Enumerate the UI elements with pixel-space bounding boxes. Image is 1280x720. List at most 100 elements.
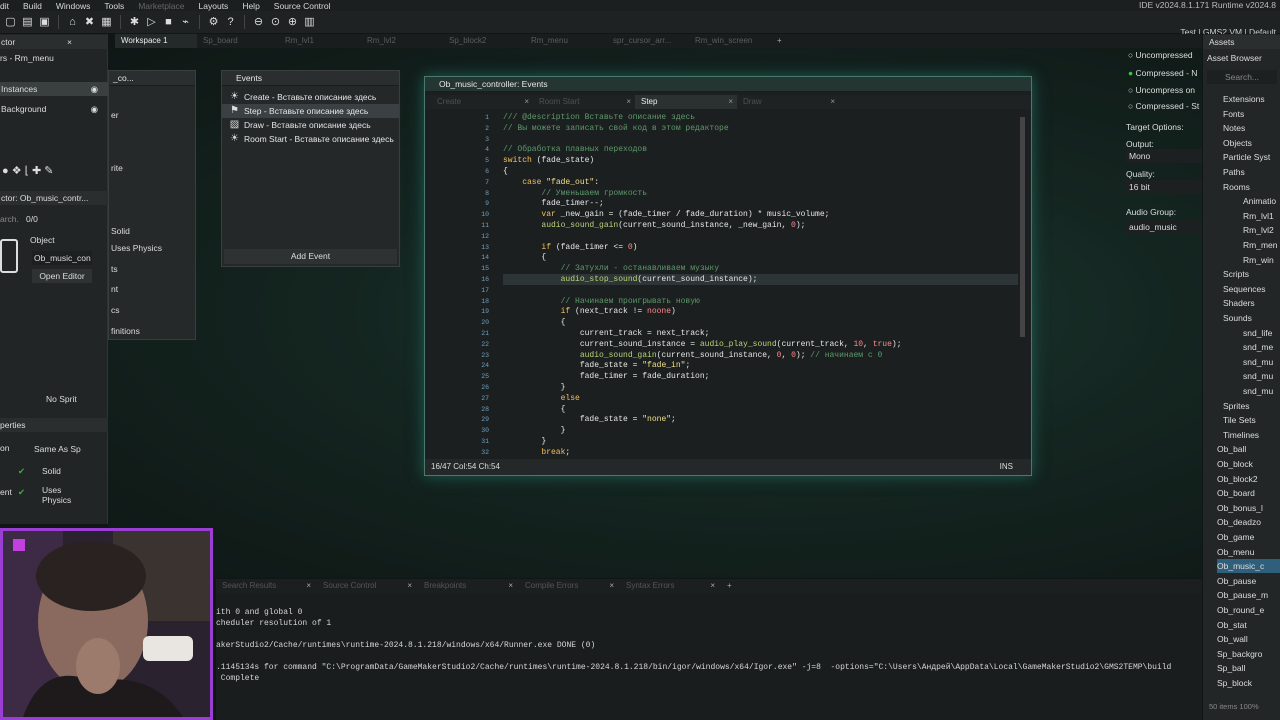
close-icon[interactable]: × [710, 579, 715, 593]
parent-button[interactable]: nt [111, 282, 118, 296]
grid-icon[interactable]: ▥ [303, 16, 316, 29]
menu-edit[interactable]: dit [0, 1, 9, 11]
asset-item[interactable]: Rm_men [1243, 238, 1277, 252]
open-editor-button[interactable]: Open Editor [32, 269, 92, 283]
stop-icon[interactable]: ■ [162, 16, 175, 29]
asset-item[interactable]: snd_mu [1243, 369, 1273, 383]
layer-tools-icons[interactable]: ● ❖ ⌊ ✚ ✎ [2, 164, 53, 178]
run-icon[interactable]: ▷ [145, 16, 158, 29]
add-tab-icon[interactable]: + [771, 34, 791, 48]
tab-room-start[interactable]: Room Start × [533, 95, 635, 109]
save-icon[interactable]: ▣ [38, 16, 51, 29]
event-draw[interactable]: ▨ Draw - Вставьте описание здесь [222, 118, 399, 132]
compression-compressed-n[interactable]: ● Compressed - N [1128, 66, 1197, 80]
asset-item[interactable]: Shaders [1223, 296, 1255, 310]
package-icon[interactable]: ▦ [100, 16, 113, 29]
asset-item[interactable]: Ob_pause_m [1217, 588, 1268, 602]
tab-draw[interactable]: Draw × [737, 95, 839, 109]
output-console[interactable]: ith 0 and global 0 cheduler resolution o… [216, 593, 1202, 720]
help-icon[interactable]: ? [224, 16, 237, 29]
compression-compressed-st[interactable]: ○ Compressed - St [1128, 99, 1199, 113]
layer-instances[interactable]: Instances ◉ [0, 82, 108, 96]
quality-dropdown[interactable]: 16 bit [1126, 180, 1202, 194]
event-room-start[interactable]: ☀ Room Start - Вставьте описание здесь [222, 132, 399, 146]
close-icon[interactable]: × [626, 95, 631, 109]
asset-item[interactable]: Ob_deadzo [1217, 515, 1261, 529]
asset-item[interactable]: Sp_ball [1217, 661, 1245, 675]
close-icon[interactable]: × [67, 35, 72, 49]
menu-source-control[interactable]: Source Control [274, 1, 331, 11]
asset-item[interactable]: Sp_backgro [1217, 647, 1262, 661]
close-icon[interactable]: × [407, 579, 412, 593]
asset-item[interactable]: Rm_lvl1 [1243, 209, 1274, 223]
zoom-reset-icon[interactable]: ⊙ [269, 16, 282, 29]
asset-item[interactable]: snd_mu [1243, 355, 1273, 369]
menu-tools[interactable]: Tools [104, 1, 124, 11]
menu-build[interactable]: Build [23, 1, 42, 11]
inspector-tab[interactable]: ctor × [0, 35, 108, 49]
asset-item[interactable]: Extensions [1223, 92, 1265, 106]
asset-item[interactable]: Timelines [1223, 428, 1259, 442]
asset-item[interactable]: Rm_lvl2 [1243, 223, 1274, 237]
menu-marketplace[interactable]: Marketplace [138, 1, 184, 11]
tab-search-results[interactable]: Search Results × [216, 579, 317, 593]
tab-step[interactable]: Step × [635, 95, 737, 109]
asset-item[interactable]: Ob_menu [1217, 545, 1254, 559]
tab-compile-errors[interactable]: Compile Errors × [519, 579, 620, 593]
debug-icon[interactable]: ✱ [128, 16, 141, 29]
close-icon[interactable]: × [524, 95, 529, 109]
clean-icon[interactable]: ✖ [83, 16, 96, 29]
asset-item[interactable]: Objects [1223, 136, 1252, 150]
same-as-field[interactable]: Same As Sp [34, 442, 81, 456]
open-icon[interactable]: ▤ [21, 16, 34, 29]
asset-item[interactable]: Ob_round_e [1217, 603, 1264, 617]
asset-item[interactable]: Ob_ball [1217, 442, 1246, 456]
solid-checkbox[interactable]: ✔ [18, 464, 25, 478]
output-dropdown[interactable]: Mono [1126, 149, 1202, 163]
object-name-field[interactable]: Ob_music_con [32, 251, 92, 265]
asset-item[interactable]: Ob_bonus_l [1217, 501, 1263, 515]
asset-item[interactable]: Sequences [1223, 282, 1266, 296]
asset-item[interactable]: Animatio [1243, 194, 1276, 208]
asset-item[interactable]: Sounds [1223, 311, 1252, 325]
build-icon[interactable]: ⌂ [66, 16, 79, 29]
close-icon[interactable]: × [609, 579, 614, 593]
asset-item[interactable]: Rm_win [1243, 253, 1274, 267]
eye-icon[interactable]: ◉ [91, 102, 98, 116]
asset-item[interactable]: Ob_wall [1217, 632, 1248, 646]
asset-item[interactable]: Ob_board [1217, 486, 1255, 500]
audio-group-dropdown[interactable]: audio_music [1126, 220, 1202, 234]
layer-background[interactable]: Background ◉ [0, 102, 108, 116]
close-icon[interactable]: × [728, 95, 733, 109]
asset-item[interactable]: Rooms [1223, 180, 1250, 194]
asset-item[interactable]: Ob_block2 [1217, 472, 1258, 486]
tab-sp-board[interactable]: Sp_board [197, 34, 279, 48]
clean-build-icon[interactable]: ⌁ [179, 16, 192, 29]
close-icon[interactable]: × [306, 579, 311, 593]
physics-checkbox[interactable]: ✔ [18, 485, 25, 499]
tab-breakpoints[interactable]: Breakpoints × [418, 579, 519, 593]
eye-icon[interactable]: ◉ [91, 82, 98, 96]
tab-create[interactable]: Create × [431, 95, 533, 109]
asset-item[interactable]: Ob_music_c [1217, 559, 1280, 574]
tab-sp-block2[interactable]: Sp_block2 [443, 34, 525, 48]
event-create[interactable]: ☀ Create - Вставьте описание здесь [222, 90, 399, 104]
asset-item[interactable]: Fonts [1223, 107, 1244, 121]
asset-search-input[interactable]: Search... [1207, 70, 1277, 84]
tab-syntax-errors[interactable]: Syntax Errors × [620, 579, 721, 593]
tab-rm-lvl1[interactable]: Rm_lvl1 [279, 34, 361, 48]
compression-uncompress-on-load[interactable]: ○ Uncompress on [1128, 83, 1195, 97]
tab-rm-win-screen[interactable]: Rm_win_screen [689, 34, 771, 48]
add-event-button[interactable]: Add Event [224, 249, 397, 264]
compression-uncompressed[interactable]: ○ Uncompressed [1128, 48, 1193, 62]
zoom-in-icon[interactable]: ⊕ [286, 16, 299, 29]
tab-rm-menu[interactable]: Rm_menu [525, 34, 607, 48]
tab-workspace-1[interactable]: Workspace 1 [115, 34, 197, 48]
assets-tab[interactable]: Assets [1203, 35, 1280, 49]
menu-help[interactable]: Help [242, 1, 259, 11]
code-text-area[interactable]: /// @description Вставьте описание здесь… [503, 113, 1019, 461]
asset-item[interactable]: Sprites [1223, 399, 1249, 413]
add-tab-icon[interactable]: + [721, 579, 741, 593]
asset-item[interactable]: Sp_block [1217, 676, 1252, 690]
asset-item[interactable]: snd_mu [1243, 384, 1273, 398]
